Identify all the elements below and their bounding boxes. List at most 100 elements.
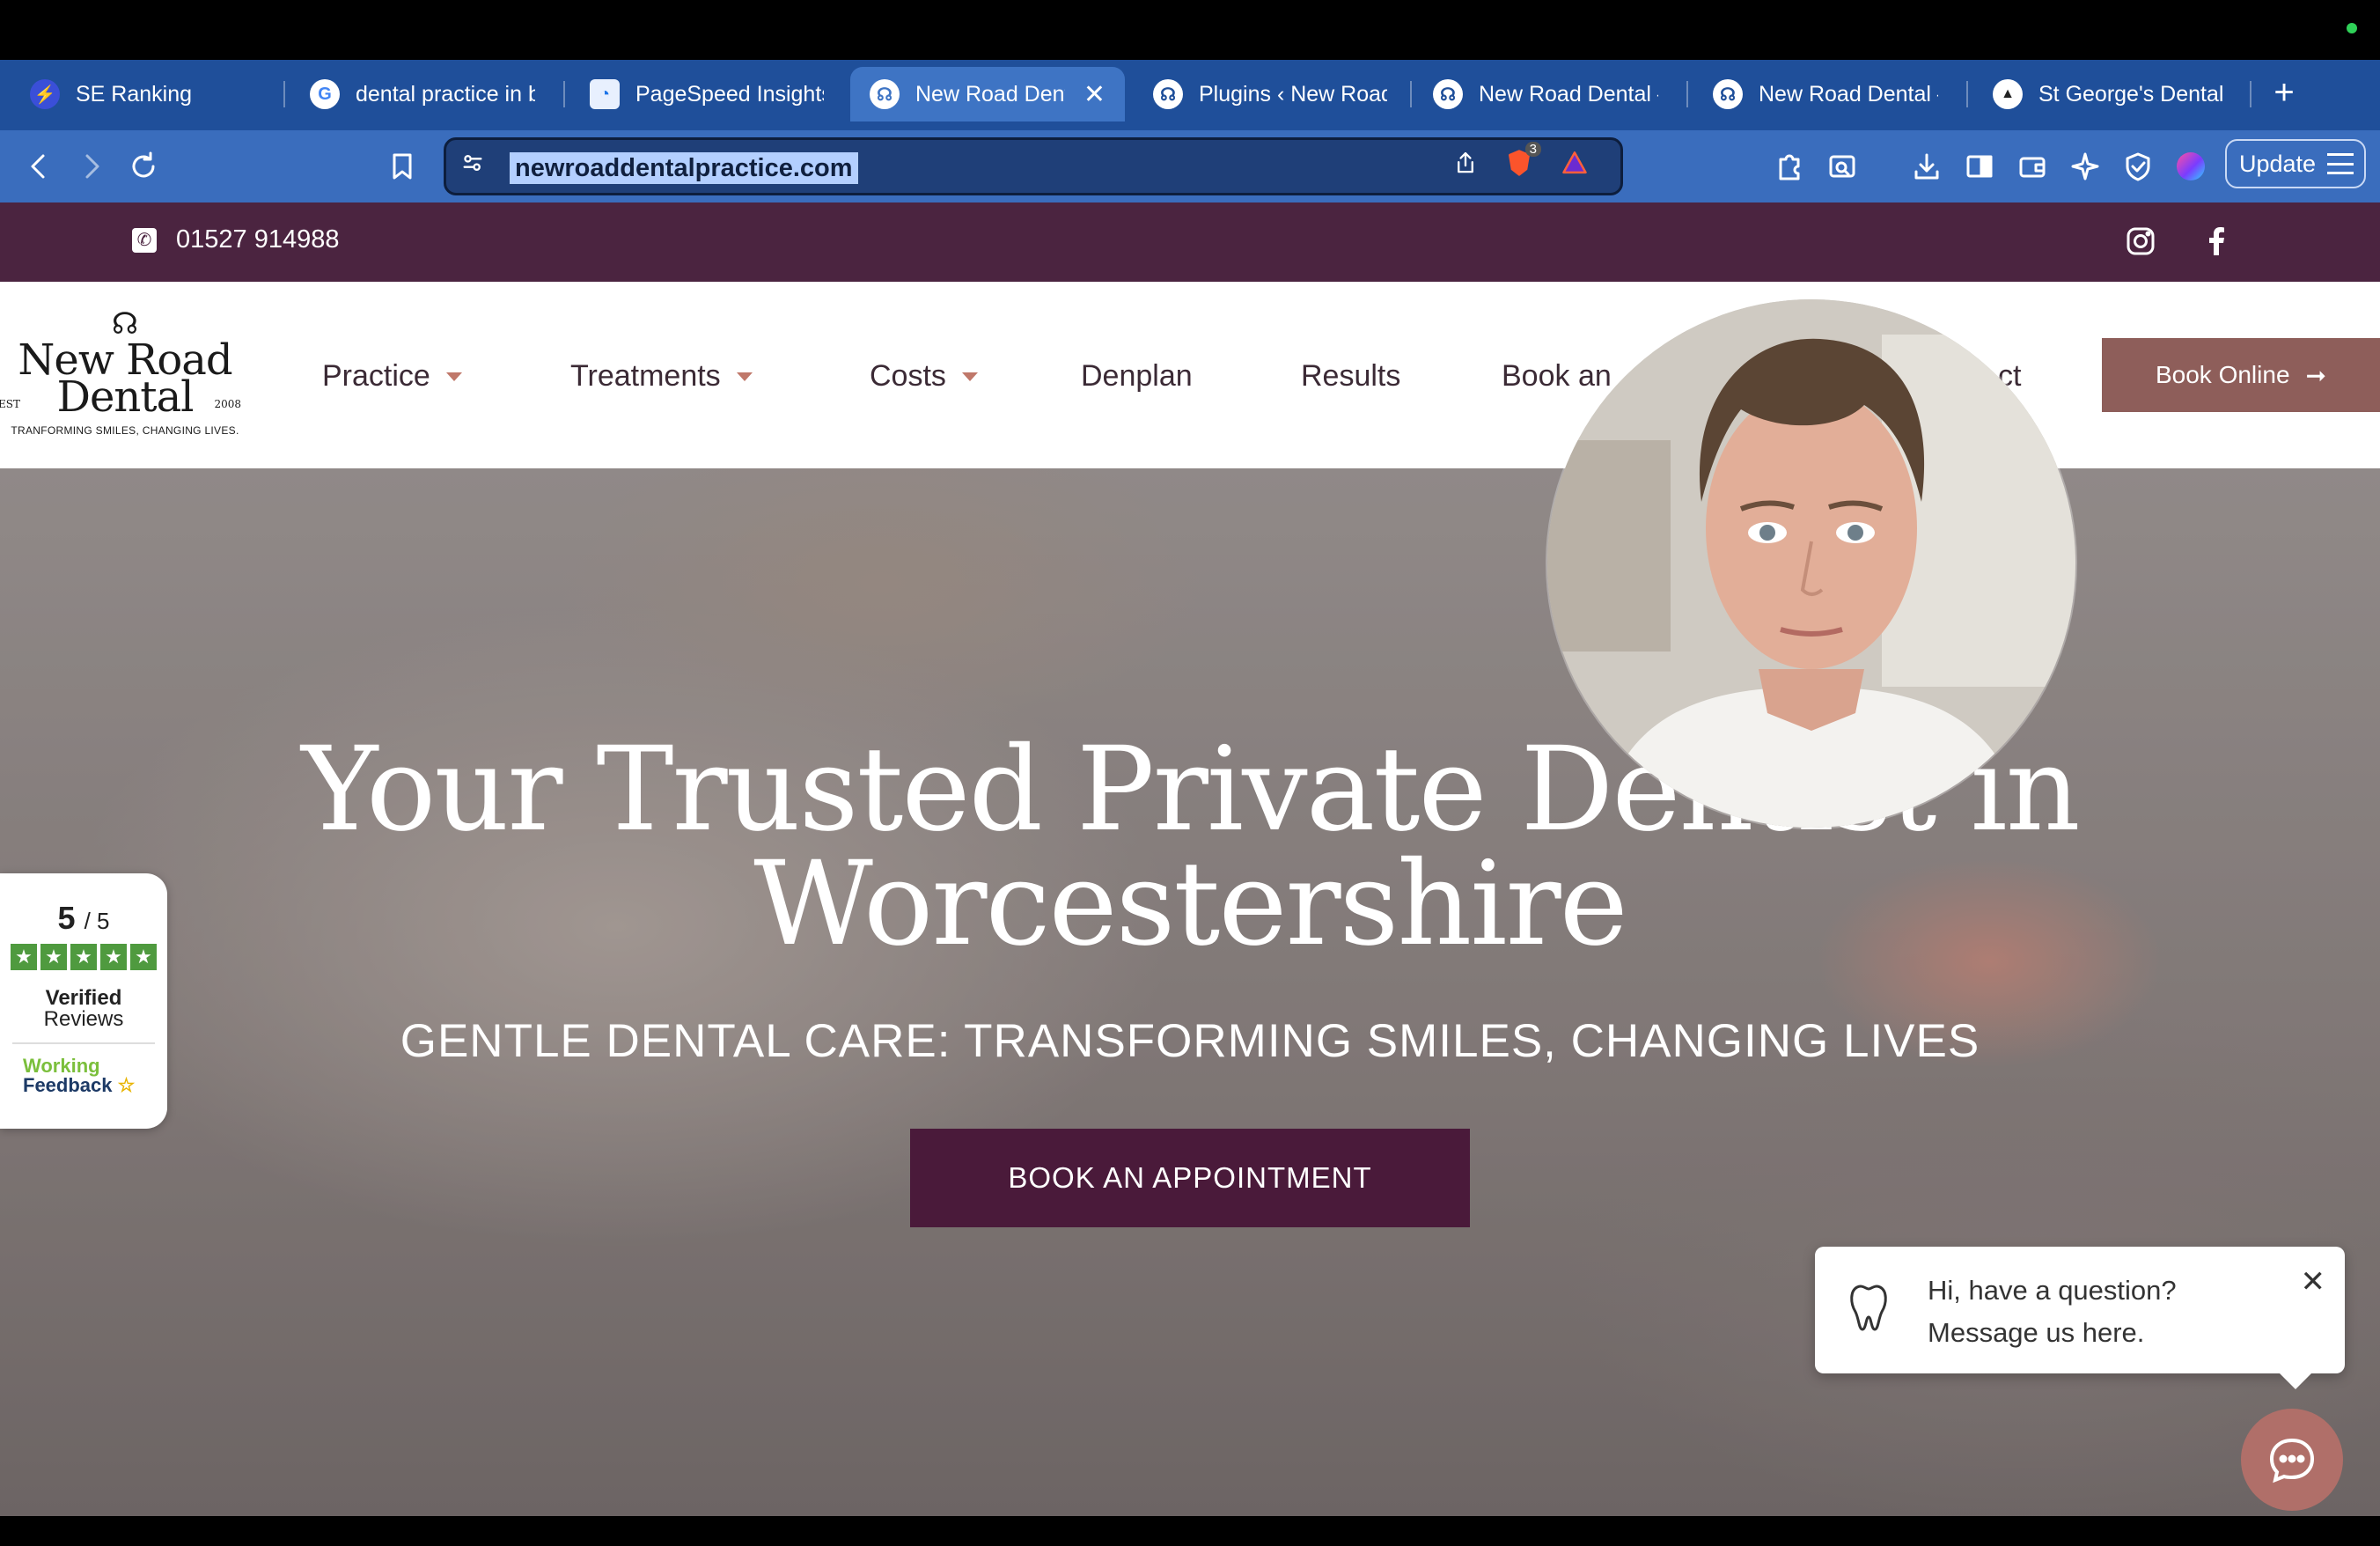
tab-separator: [1410, 81, 1412, 107]
reviews-widget[interactable]: 5 / 5 ★ ★ ★ ★ ★ Verified Reviews Working…: [0, 873, 167, 1129]
tooth-icon: ☊: [870, 79, 900, 109]
review-score-value: 5: [57, 900, 76, 936]
tooth-icon: [1847, 1282, 1891, 1339]
arrow-right-icon: ➞: [2305, 361, 2326, 389]
downloads-icon[interactable]: [1906, 146, 1947, 187]
instagram-icon[interactable]: [2121, 222, 2160, 261]
site-settings-icon[interactable]: [455, 145, 490, 180]
book-online-label: Book Online: [2155, 361, 2290, 388]
star-icon: ★: [11, 944, 37, 970]
tab-title: SE Ranking: [76, 81, 193, 107]
tab-separator: [563, 81, 565, 107]
star-icon: ★: [40, 944, 67, 970]
address-bar[interactable]: newroaddentalpractice.com 3: [444, 137, 1623, 195]
chat-icon: [2269, 1438, 2315, 1483]
star-icon: ★: [70, 944, 97, 970]
se-ranking-icon: ⚡: [30, 79, 60, 109]
phone-link[interactable]: ✆ 01527 914988: [132, 225, 339, 254]
chat-launcher-button[interactable]: [2241, 1409, 2343, 1511]
nav-label: Treatments: [570, 359, 721, 393]
window-top-strip: [0, 0, 2380, 60]
extensions-icon[interactable]: [1769, 146, 1810, 187]
tab-pagespeed[interactable]: ◔ PageSpeed Insights: [570, 67, 843, 121]
tab-new-road-dental-2[interactable]: ☊ New Road Dental –: [1414, 67, 1678, 121]
tab-separator: [1966, 81, 1968, 107]
tab-st-georges[interactable]: ▲ St George's Dental: [1973, 67, 2246, 121]
cta-label: BOOK AN APPOINTMENT: [1008, 1161, 1372, 1194]
brave-rewards-icon[interactable]: [1557, 145, 1592, 180]
tab-title: Plugins ‹ New Road: [1199, 81, 1387, 107]
back-icon[interactable]: [19, 146, 60, 187]
vpn-icon[interactable]: [2118, 146, 2158, 187]
share-icon[interactable]: [1448, 145, 1483, 180]
tab-new-road-dental-3[interactable]: ☊ New Road Dental –: [1693, 67, 1958, 121]
site-logo[interactable]: ☊ New Road Dental EST 2008 TRANFORMING S…: [0, 306, 257, 456]
phone-number: 01527 914988: [176, 225, 340, 254]
tab-title: dental practice in b: [356, 81, 535, 107]
chat-prompt-bubble[interactable]: Hi, have a question? Message us here. ✕: [1815, 1247, 2345, 1389]
logo-est: EST: [0, 398, 20, 410]
update-button[interactable]: Update: [2225, 139, 2366, 188]
webcam-overlay: [1547, 299, 2075, 828]
tab-se-ranking[interactable]: ⚡ SE Ranking: [11, 67, 275, 121]
verified-label: Verified: [45, 986, 122, 1010]
tab-google-search[interactable]: G dental practice in b: [290, 67, 555, 121]
wallet-icon[interactable]: [2012, 146, 2053, 187]
nav-denplan[interactable]: Denplan: [1081, 359, 1193, 394]
hero-title-line2: Worcestershire: [753, 836, 1628, 972]
working-feedback-logo: Working Feedback ☆: [12, 1042, 155, 1095]
nav-treatments[interactable]: Treatments: [570, 359, 753, 394]
new-tab-button[interactable]: +: [2262, 72, 2306, 116]
nav-results[interactable]: Results: [1301, 359, 1400, 394]
site-topbar: ✆ 01527 914988: [0, 202, 2380, 282]
nav-label: Practice: [322, 359, 430, 393]
pagespeed-icon: ◔: [590, 79, 620, 109]
nav-costs[interactable]: Costs: [870, 359, 978, 394]
star-rating: ★ ★ ★ ★ ★: [0, 944, 167, 970]
tab-title: New Road Dental –: [1479, 81, 1658, 107]
chevron-down-icon: [445, 372, 462, 381]
tab-title: St George's Dental: [2038, 81, 2224, 107]
chat-line1: Hi, have a question?: [1928, 1275, 2177, 1306]
profile-avatar-icon[interactable]: [2171, 146, 2211, 187]
close-tab-icon[interactable]: ✕: [1083, 79, 1106, 110]
tab-plugins[interactable]: ☊ Plugins ‹ New Road: [1134, 67, 1407, 121]
brave-shields-icon[interactable]: 3: [1499, 142, 1541, 180]
reload-icon[interactable]: [123, 146, 164, 187]
facebook-icon[interactable]: [2197, 222, 2236, 261]
book-online-button[interactable]: Book Online ➞: [2102, 338, 2380, 412]
sidebar-icon[interactable]: [1959, 146, 2000, 187]
webcam-person-image: [1547, 299, 2075, 828]
tab-separator: [1686, 81, 1688, 107]
shields-count-badge: 3: [1524, 142, 1541, 157]
nav-practice[interactable]: Practice: [322, 359, 462, 394]
nav-label: Denplan: [1081, 359, 1193, 393]
update-label: Update: [2239, 151, 2317, 177]
nav-book-appointment[interactable]: Book an: [1502, 359, 1612, 394]
bookmark-icon[interactable]: [382, 146, 422, 187]
tab-separator: [283, 81, 285, 107]
provider-line2: Feedback: [23, 1074, 113, 1096]
tab-new-road-dental-active[interactable]: ☊ New Road Dent ✕: [850, 67, 1125, 121]
google-icon: G: [310, 79, 340, 109]
browser-toolbar: newroaddentalpractice.com 3 Update: [0, 130, 2380, 202]
chat-prompt-text: Hi, have a question? Message us here.: [1928, 1270, 2177, 1354]
forward-icon[interactable]: [70, 146, 111, 187]
review-score-max: / 5: [84, 908, 110, 934]
nav-label: Results: [1301, 359, 1401, 393]
nav-label: Book an: [1502, 359, 1612, 393]
tab-separator: [2250, 81, 2251, 107]
verified-reviews-label: Verified Reviews: [0, 988, 167, 1030]
star-icon: ★: [130, 944, 157, 970]
close-icon[interactable]: ✕: [2301, 1264, 2326, 1299]
url-text[interactable]: newroaddentalpractice.com: [510, 152, 858, 184]
reader-mode-icon[interactable]: [1822, 146, 1862, 187]
chevron-down-icon: [961, 372, 978, 381]
review-score: 5 / 5: [0, 900, 167, 937]
tooth-icon: ☊: [1713, 79, 1743, 109]
book-appointment-button[interactable]: BOOK AN APPOINTMENT: [910, 1129, 1470, 1227]
st-georges-icon: ▲: [1993, 79, 2023, 109]
star-outline-icon: ☆: [117, 1074, 136, 1096]
logo-year: 2008: [214, 398, 241, 410]
leo-ai-icon[interactable]: [2065, 146, 2105, 187]
